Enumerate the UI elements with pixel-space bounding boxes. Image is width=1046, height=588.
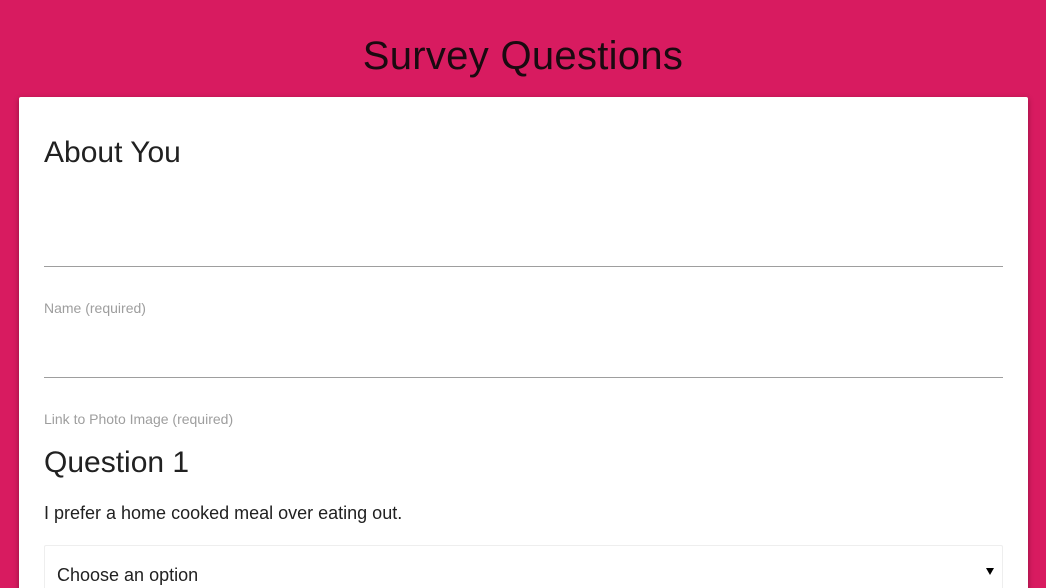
survey-form-card: About You Name (required) Link to Photo … bbox=[19, 97, 1028, 588]
name-label: Name (required) bbox=[44, 300, 146, 316]
question-1-select-value: Choose an option bbox=[57, 565, 199, 585]
question-1-heading: Question 1 bbox=[44, 446, 190, 479]
question-1-select[interactable]: Choose an option bbox=[44, 545, 1003, 588]
photo-link-input[interactable] bbox=[44, 342, 1003, 378]
page-title: Survey Questions bbox=[362, 34, 684, 78]
name-input[interactable] bbox=[44, 231, 1003, 267]
question-1-text: I prefer a home cooked meal over eating … bbox=[44, 503, 403, 523]
photo-link-label: Link to Photo Image (required) bbox=[44, 411, 234, 427]
caret-down-icon bbox=[986, 568, 994, 575]
about-you-heading: About You bbox=[44, 136, 181, 169]
